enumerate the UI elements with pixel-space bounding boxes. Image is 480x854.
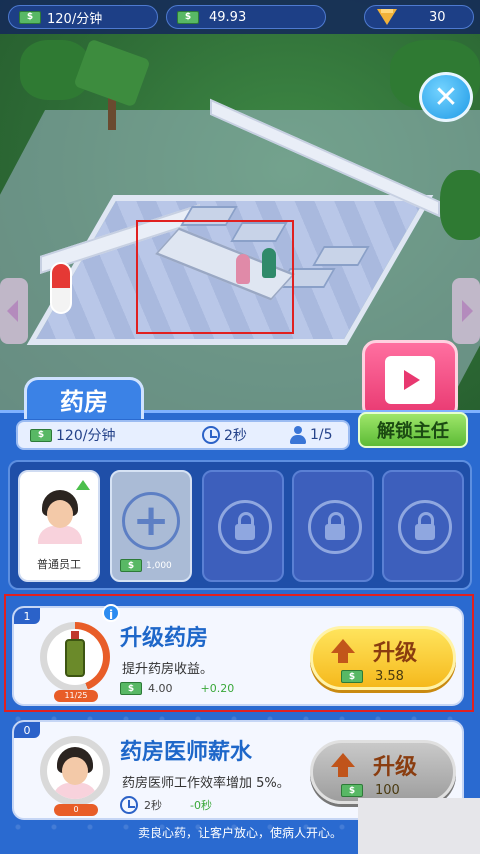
gem-icon <box>377 9 397 25</box>
unlock-manager-button[interactable]: 解锁主任 <box>358 412 468 448</box>
counter-highlight <box>136 220 294 334</box>
staff-slot-label: 普通员工 <box>37 558 81 571</box>
cash-icon <box>19 10 41 24</box>
doctor-avatar <box>53 747 97 799</box>
staff-icon <box>290 426 306 444</box>
cash-icon <box>341 784 363 797</box>
room-income-value: 120/分钟 <box>56 428 116 444</box>
room-title-tab: 药房 <box>24 377 144 419</box>
staff-slot-locked <box>202 470 284 582</box>
close-icon: ✕ <box>433 79 459 115</box>
upgrade-arrow-icon <box>76 480 90 490</box>
tree <box>73 38 151 108</box>
cash-value: 49.93 <box>209 9 247 25</box>
upgrade-progress-ring <box>40 736 110 806</box>
staff-slot-hired[interactable]: 普通员工 <box>18 470 100 582</box>
upgrade-button-disabled[interactable]: 升级 100 <box>310 740 456 804</box>
room-slogan: 卖良心药，让客户放心，使病人开心。 <box>137 826 342 840</box>
plus-icon: + <box>122 492 180 550</box>
bush <box>440 170 480 240</box>
clock-icon <box>202 426 220 444</box>
gems-value: 30 <box>429 9 446 25</box>
staff-avatar <box>38 490 82 544</box>
income-rate-stat: 120/分钟 <box>8 5 158 29</box>
upgrade-title: 药房医师薪水 <box>120 740 253 765</box>
staff-slot-add[interactable]: + 1,000 <box>110 470 192 582</box>
cash-stat: 49.93 <box>166 5 326 29</box>
staff-slot-locked <box>382 470 464 582</box>
upgrade-card-highlight <box>4 594 474 712</box>
add-staff-price: 1,000 <box>120 559 172 572</box>
upgrade-description: 药房医师工作效率增加 5%。 <box>122 776 290 791</box>
room-income: 120/分钟 <box>30 425 115 445</box>
room-time: 2秒 <box>202 425 247 445</box>
upgrade-price: 100 <box>341 783 400 798</box>
add-staff-price-value: 1,000 <box>146 560 172 571</box>
cash-icon <box>177 10 199 24</box>
video-icon <box>385 356 435 404</box>
pill-sign <box>50 262 72 314</box>
income-rate-value: 120/分钟 <box>47 11 103 27</box>
cash-icon <box>120 559 142 572</box>
up-arrow-icon <box>331 753 355 777</box>
room-info-strip: 120/分钟 2秒 1/5 <box>16 420 350 450</box>
clock-icon <box>120 796 138 814</box>
upgrade-price-value: 100 <box>375 783 400 798</box>
gems-stat[interactable]: 30 <box>364 5 474 29</box>
upgrade-button-label: 升级 <box>373 755 418 780</box>
cash-icon <box>30 428 52 442</box>
lock-icon <box>218 500 272 554</box>
upgrade-gain-value: -0秒 <box>190 799 212 812</box>
staff-slots: 普通员工 + 1,000 <box>8 460 472 590</box>
upgrade-level: 0 <box>14 722 40 738</box>
room-time-value: 2秒 <box>224 428 247 444</box>
room-staff-value: 1/5 <box>310 427 333 443</box>
room-staff: 1/5 <box>290 426 333 444</box>
top-bar: 120/分钟 49.93 30 <box>0 0 480 34</box>
upgrade-stats: 2秒 -0秒 <box>120 796 212 814</box>
staff-slot-locked <box>292 470 374 582</box>
next-room-arrow[interactable] <box>452 278 480 344</box>
lock-icon <box>398 500 452 554</box>
lock-icon <box>308 500 362 554</box>
close-button[interactable]: ✕ <box>419 72 473 122</box>
upgrade-progress-text: 0 <box>54 804 98 816</box>
prev-room-arrow[interactable] <box>0 278 28 344</box>
watch-video-button[interactable] <box>362 340 458 420</box>
upgrade-current-value: 2秒 <box>144 799 162 812</box>
